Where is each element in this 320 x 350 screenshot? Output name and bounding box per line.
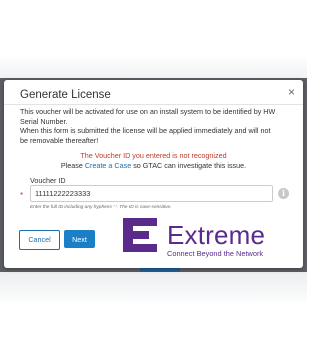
- extreme-logo-mark-icon: [123, 218, 157, 252]
- next-button[interactable]: Next: [64, 230, 95, 248]
- error-message-block: The Voucher ID you entered is not recogn…: [4, 151, 303, 170]
- description-line: be removable thereafter!: [20, 135, 99, 145]
- description-line: When this form is submitted the license …: [20, 126, 271, 135]
- extreme-networks-logo: Extreme Connect Beyond the Network: [119, 216, 289, 262]
- header-divider: [4, 104, 303, 105]
- required-indicator: *: [20, 191, 24, 200]
- error-help-suffix: so GTAC can investigate this issue.: [133, 160, 247, 170]
- error-help-prefix: Please: [60, 160, 83, 170]
- logo-tagline: Connect Beyond the Network: [167, 249, 264, 258]
- error-message: The Voucher ID you entered is not recogn…: [80, 151, 227, 160]
- description-line: Serial Number.: [20, 116, 68, 126]
- underlying-page-button: [140, 268, 180, 272]
- description-line: This voucher will be activated for use o…: [20, 107, 276, 116]
- create-case-link[interactable]: Create a Case: [85, 161, 131, 170]
- error-help-text: Please Create a Case so GTAC can investi…: [4, 161, 303, 171]
- voucher-id-input[interactable]: [30, 185, 273, 202]
- close-icon[interactable]: ×: [288, 86, 295, 98]
- dialog-title: Generate License: [20, 89, 111, 101]
- dialog-description: This voucher will be activated for use o…: [20, 107, 290, 145]
- info-icon[interactable]: i: [278, 188, 289, 199]
- voucher-id-hint: Enter the full ID including any hyphens …: [30, 205, 172, 210]
- voucher-id-label: Voucher ID: [30, 176, 66, 185]
- generate-license-dialog: Generate License × This voucher will be …: [4, 80, 303, 268]
- logo-wordmark: Extreme: [167, 220, 266, 250]
- page-background-top: [0, 0, 307, 78]
- page-background-bottom: [0, 272, 307, 350]
- cancel-button[interactable]: Cancel: [19, 230, 60, 250]
